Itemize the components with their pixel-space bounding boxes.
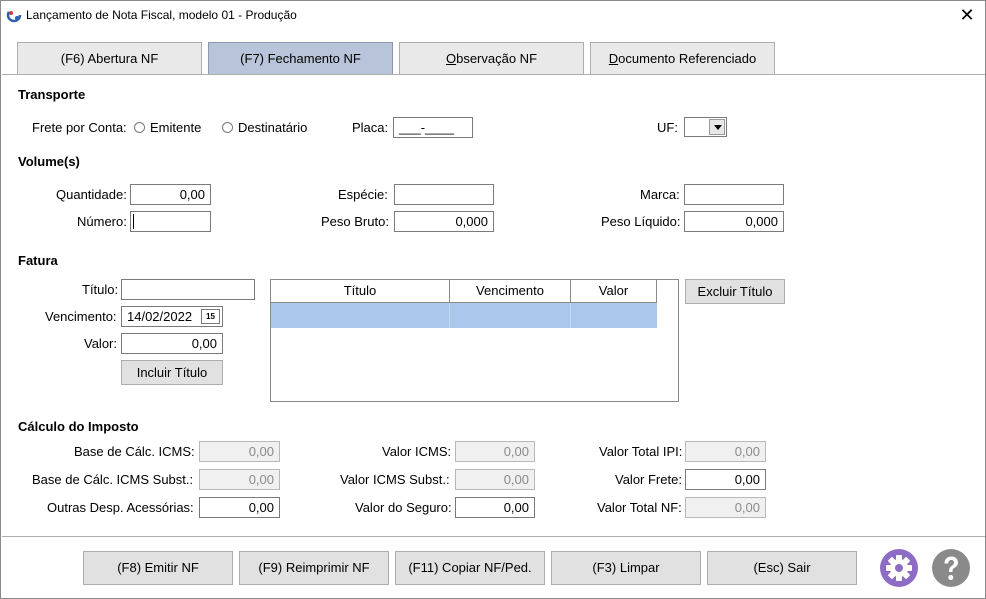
- quantidade-label: Quantidade:: [56, 187, 127, 202]
- destinatario-label[interactable]: Destinatário: [238, 120, 307, 135]
- grid-cell: [450, 303, 571, 328]
- vencimento-label: Vencimento:: [45, 309, 117, 324]
- valor-ipi-label: Valor Total IPI:: [599, 444, 683, 459]
- valor-fatura-label: Valor:: [84, 336, 117, 351]
- valor-ipi-input: 0,00: [685, 441, 766, 462]
- valor-total-nf-label: Valor Total NF:: [597, 500, 682, 515]
- valor-icms-label: Valor ICMS:: [382, 444, 452, 459]
- radio-destinatario[interactable]: [222, 122, 233, 133]
- tab-documento-mnemonic: D: [608, 51, 619, 66]
- limpar-button[interactable]: (F3) Limpar: [551, 551, 701, 585]
- section-fatura-title: Fatura: [18, 253, 58, 268]
- outras-desp-input[interactable]: 0,00: [199, 497, 280, 518]
- especie-input[interactable]: [394, 184, 494, 205]
- emitente-label[interactable]: Emitente: [150, 120, 201, 135]
- marca-input[interactable]: [684, 184, 784, 205]
- valor-icms-subst-input: 0,00: [455, 469, 535, 490]
- tab-documento-referenciado[interactable]: Documento Referenciado: [590, 42, 775, 75]
- main-window: Lançamento de Nota Fiscal, modelo 01 - P…: [0, 0, 986, 599]
- tab-abertura-nf[interactable]: (F6) Abertura NF: [17, 42, 202, 75]
- valor-icms-subst-label: Valor ICMS Subst.:: [340, 472, 450, 487]
- grid-cell: [571, 303, 657, 328]
- valor-seguro-label: Valor do Seguro:: [355, 500, 452, 515]
- tab-observacao-mnemonic: O: [445, 51, 457, 66]
- peso-liquido-label: Peso Líquido:: [601, 214, 681, 229]
- tab-documento-label: ocumento Referenciado: [618, 51, 757, 66]
- uf-select[interactable]: [684, 117, 727, 137]
- excluir-titulo-button[interactable]: Excluir Título: [685, 279, 785, 304]
- tab-observacao-label: bservação NF: [456, 51, 538, 66]
- sair-button[interactable]: (Esc) Sair: [707, 551, 857, 585]
- frete-label: Frete por Conta:: [32, 120, 127, 135]
- grid-col-valor[interactable]: Valor: [571, 280, 657, 302]
- grid-col-titulo[interactable]: Título: [271, 280, 450, 302]
- quantidade-input[interactable]: 0,00: [130, 184, 211, 205]
- gear-icon[interactable]: [879, 548, 919, 588]
- vencimento-date-input[interactable]: 14/02/2022 15: [121, 306, 223, 327]
- section-imposto-title: Cálculo do Imposto: [18, 419, 139, 434]
- valor-icms-input: 0,00: [455, 441, 535, 462]
- calendar-icon[interactable]: 15: [201, 309, 220, 324]
- titulo-input[interactable]: [121, 279, 255, 300]
- fatura-grid[interactable]: Título Vencimento Valor: [270, 279, 679, 402]
- section-transporte-title: Transporte: [18, 87, 86, 102]
- valor-seguro-input[interactable]: 0,00: [455, 497, 535, 518]
- emitir-nf-button[interactable]: (F8) Emitir NF: [83, 551, 233, 585]
- especie-label: Espécie:: [338, 187, 388, 202]
- valor-frete-label: Valor Frete:: [615, 472, 682, 487]
- reimprimir-nf-button[interactable]: (F9) Reimprimir NF: [239, 551, 389, 585]
- numero-input[interactable]: [130, 211, 211, 232]
- base-icms-subst-input: 0,00: [199, 469, 280, 490]
- titulo-label: Título:: [82, 282, 119, 297]
- section-volumes-title: Volume(s): [18, 154, 80, 169]
- grid-header: Título Vencimento Valor: [271, 280, 657, 303]
- chevron-down-icon[interactable]: [709, 119, 725, 135]
- copiar-nf-button[interactable]: (F11) Copiar NF/Ped.: [395, 551, 545, 585]
- radio-emitente[interactable]: [134, 122, 145, 133]
- tab-divider: [2, 74, 985, 75]
- valor-frete-input[interactable]: 0,00: [685, 469, 766, 490]
- placa-label: Placa:: [352, 120, 389, 135]
- uf-label: UF:: [657, 120, 678, 135]
- valor-total-nf-input: 0,00: [685, 497, 766, 518]
- base-icms-label: Base de Cálc. ICMS:: [74, 444, 195, 459]
- peso-bruto-input[interactable]: 0,000: [394, 211, 494, 232]
- peso-liquido-input[interactable]: 0,000: [684, 211, 784, 232]
- footer-divider: [2, 536, 985, 537]
- valor-fatura-input[interactable]: 0,00: [121, 333, 223, 354]
- vencimento-value: 14/02/2022: [127, 309, 193, 324]
- text-cursor: [133, 214, 134, 229]
- help-icon[interactable]: [931, 548, 971, 588]
- close-icon[interactable]: ✕: [957, 5, 977, 25]
- grid-cell: [271, 303, 450, 328]
- window-title: Lançamento de Nota Fiscal, modelo 01 - P…: [26, 8, 297, 22]
- tab-fechamento-nf[interactable]: (F7) Fechamento NF: [208, 42, 393, 75]
- grid-col-vencimento[interactable]: Vencimento: [450, 280, 571, 302]
- app-logo-icon: [6, 7, 22, 23]
- incluir-titulo-button[interactable]: Incluir Título: [121, 360, 223, 385]
- table-row[interactable]: [271, 303, 657, 328]
- tab-observacao-nf[interactable]: Observação NF: [399, 42, 584, 75]
- numero-label: Número:: [77, 214, 127, 229]
- title-bar: Lançamento de Nota Fiscal, modelo 01 - P…: [1, 1, 985, 29]
- marca-label: Marca:: [640, 187, 680, 202]
- placa-input[interactable]: ___-____: [393, 117, 473, 138]
- base-icms-input: 0,00: [199, 441, 280, 462]
- base-icms-subst-label: Base de Cálc. ICMS Subst.:: [32, 472, 194, 487]
- outras-desp-label: Outras Desp. Acessórias:: [47, 500, 194, 515]
- peso-bruto-label: Peso Bruto:: [321, 214, 389, 229]
